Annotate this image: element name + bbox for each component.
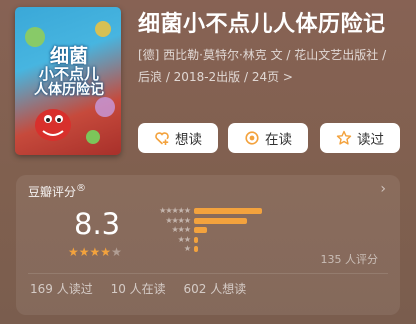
heart-plus-icon <box>154 130 170 146</box>
rating-stars: ★★★★★ <box>68 245 122 259</box>
ring-icon <box>244 130 260 146</box>
rating-bar-track <box>194 236 378 243</box>
have-read-button[interactable]: 读过 <box>320 123 400 153</box>
rating-title: 豆瓣评分® <box>28 183 86 200</box>
want-to-read-label: 想读 <box>175 132 202 148</box>
book-meta[interactable]: [德] 西比勒·莫特尔·林克 文 / 花山文艺出版社 / 后浪 / 2018-2… <box>138 44 400 88</box>
want-count: 602 人想读 <box>183 282 247 296</box>
rating-label: 豆瓣评分 <box>28 185 77 199</box>
reading-button[interactable]: 在读 <box>228 123 308 153</box>
rating-score: 8.3 <box>74 207 121 241</box>
rating-star-icon: ★ <box>100 245 112 259</box>
cover-title-line-3: 人体历险记 <box>34 81 104 98</box>
rating-level-label: ★★★ <box>171 225 190 234</box>
have-read-label: 读过 <box>357 132 384 148</box>
rating-distribution <box>194 208 378 256</box>
rating-bar <box>194 208 262 214</box>
rating-bar <box>194 217 247 224</box>
rating-star-icon: ★ <box>89 245 101 259</box>
cover-title-line-1: 细菌 <box>49 45 88 67</box>
rating-panel[interactable]: 豆瓣评分® › 8.3 ★★★★★ ★★★★★ ★★★★ ★★★ ★★ ★ 135 人评… <box>16 175 400 315</box>
reading-count: 10 人在读 <box>110 282 166 296</box>
rating-bar <box>194 227 207 233</box>
rating-bar <box>194 236 198 243</box>
book-cover[interactable]: 细菌 小不点儿 人体历险记 <box>15 7 121 155</box>
rating-level-label: ★ <box>183 244 191 253</box>
rating-level-row: ★★ <box>134 234 191 245</box>
rating-star-icon: ★ <box>111 245 122 259</box>
reading-label: 在读 <box>265 132 292 148</box>
reader-stats: 169 人读过 10 人在读 602 人想读 <box>30 280 260 297</box>
star-outline-icon <box>336 130 352 146</box>
rating-level-label: ★★★★ <box>165 215 191 225</box>
read-count: 169 人读过 <box>30 282 93 296</box>
rating-level-label: ★★ <box>177 234 191 244</box>
chevron-right-icon[interactable]: › <box>380 181 386 197</box>
divider <box>28 273 388 274</box>
rating-star-icon: ★ <box>78 245 90 259</box>
rating-bar-track <box>194 227 378 233</box>
rating-star-labels: ★★★★★ ★★★★ ★★★ ★★ ★ <box>134 206 191 255</box>
rating-bar-track <box>194 217 378 224</box>
rating-level-row: ★ <box>134 244 191 254</box>
cover-title-line-2: 小不点儿 <box>38 64 99 83</box>
rating-level-label: ★★★★★ <box>159 206 191 215</box>
cover-title: 细菌 小不点儿 人体历险记 <box>29 45 109 98</box>
registered-icon: ® <box>76 183 87 194</box>
want-to-read-button[interactable]: 想读 <box>138 123 218 153</box>
rating-star-icon: ★ <box>68 245 79 259</box>
book-title: 细菌小不点儿人体历险记 <box>138 12 386 37</box>
rating-bar-track <box>194 208 378 214</box>
rating-bar <box>194 246 198 252</box>
rating-count: 135 人评分 <box>320 253 379 266</box>
